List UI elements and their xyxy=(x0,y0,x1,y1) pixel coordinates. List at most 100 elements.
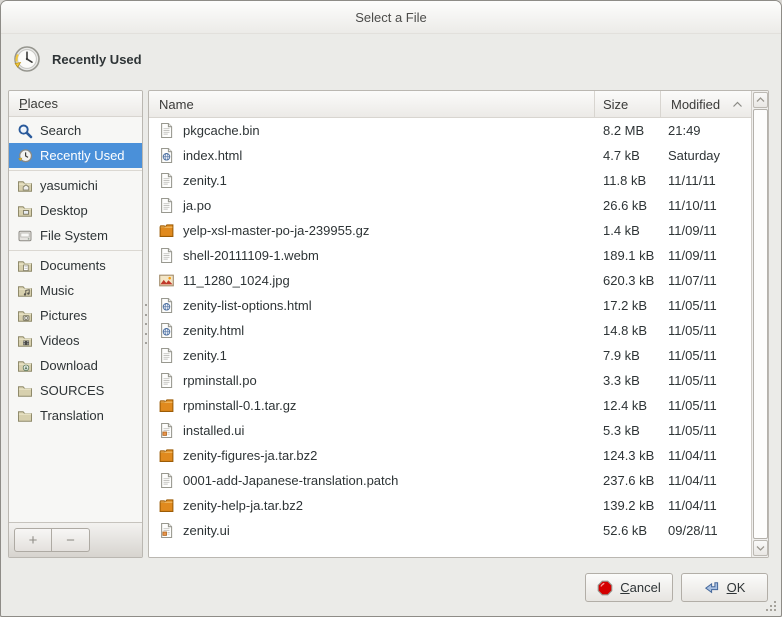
file-row-rpminstall-po[interactable]: rpminstall.po3.3 kB11/05/11 xyxy=(149,368,751,393)
file-row-yelp-xsl-master-po-ja-239955-gz[interactable]: yelp-xsl-master-po-ja-239955.gz1.4 kB11/… xyxy=(149,218,751,243)
file-size: 12.4 kB xyxy=(595,398,661,413)
sidebar-item-label: Recently Used xyxy=(40,148,125,163)
file-name-cell: zenity.1 xyxy=(149,347,595,364)
file-row-shell-20111109-1-webm[interactable]: shell-20111109-1.webm189.1 kB11/09/11 xyxy=(149,243,751,268)
sidebar-item-music[interactable]: Music xyxy=(9,278,142,303)
sidebar-item-recently-used[interactable]: Recently Used xyxy=(9,143,142,168)
file-modified: Saturday xyxy=(661,148,751,163)
column-header-name[interactable]: Name xyxy=(149,91,595,118)
file-row-pkgcache-bin[interactable]: pkgcache.bin8.2 MB21:49 xyxy=(149,118,751,143)
file-row-installed-ui[interactable]: installed.ui 5.3 kB11/05/11 xyxy=(149,418,751,443)
sidebar-item-label: Download xyxy=(40,358,98,373)
file-row-zenity-help-ja-tar-bz2[interactable]: zenity-help-ja.tar.bz2139.2 kB11/04/11 xyxy=(149,493,751,518)
scroll-up-button[interactable] xyxy=(753,92,768,108)
sidebar-item-download[interactable]: Download xyxy=(9,353,142,378)
column-header-modified[interactable]: Modified xyxy=(661,91,751,118)
file-size: 5.3 kB xyxy=(595,423,661,438)
scrollbar-thumb[interactable] xyxy=(753,109,768,539)
sidebar-item-label: Translation xyxy=(40,408,104,423)
file-row-rpminstall-0-1-tar-gz[interactable]: rpminstall-0.1.tar.gz 12.4 kB11/05/11 xyxy=(149,393,751,418)
text-file-icon xyxy=(158,172,175,189)
ui-file-icon xyxy=(158,522,175,539)
folder-icon xyxy=(17,408,33,424)
file-size: 14.8 kB xyxy=(595,323,661,338)
scroll-down-button[interactable] xyxy=(753,540,768,556)
sidebar-item-search[interactable]: Search xyxy=(9,118,142,143)
sidebar-item-file-system[interactable]: File System xyxy=(9,223,142,248)
file-name-cell: installed.ui xyxy=(149,422,595,439)
file-name: zenity.1 xyxy=(183,348,227,363)
sidebar-item-documents[interactable]: Documents xyxy=(9,253,142,278)
file-modified: 11/05/11 xyxy=(661,423,751,438)
add-place-button[interactable]: + xyxy=(14,528,52,552)
remove-place-button[interactable]: − xyxy=(52,528,90,552)
column-header-size[interactable]: Size xyxy=(595,91,661,118)
sidebar-item-pictures[interactable]: Pictures xyxy=(9,303,142,328)
places-header: Places xyxy=(9,91,142,117)
file-modified: 11/05/11 xyxy=(661,298,751,313)
file-modified: 11/05/11 xyxy=(661,323,751,338)
file-row-zenity-1[interactable]: zenity.111.8 kB11/11/11 xyxy=(149,168,751,193)
text-file-icon xyxy=(158,247,175,264)
ok-button[interactable]: OK xyxy=(681,573,768,602)
file-row-0001-add-japanese-translation-patch[interactable]: 0001-add-Japanese-translation.patch237.6… xyxy=(149,468,751,493)
sidebar-item-label: File System xyxy=(40,228,108,243)
file-name-cell: zenity-figures-ja.tar.bz2 xyxy=(149,447,595,464)
file-size: 237.6 kB xyxy=(595,473,661,488)
file-size: 52.6 kB xyxy=(595,523,661,538)
file-name: zenity-list-options.html xyxy=(183,298,312,313)
file-modified: 11/05/11 xyxy=(661,398,751,413)
enter-arrow-icon xyxy=(704,580,720,596)
file-row-ja-po[interactable]: ja.po26.6 kB11/10/11 xyxy=(149,193,751,218)
desktop-folder-icon xyxy=(17,203,33,219)
sidebar-item-videos[interactable]: Videos xyxy=(9,328,142,353)
sidebar-item-label: Search xyxy=(40,123,81,138)
window-title: Select a File xyxy=(355,10,427,25)
file-name: rpminstall-0.1.tar.gz xyxy=(183,398,296,413)
file-size: 124.3 kB xyxy=(595,448,661,463)
sidebar-item-translation[interactable]: Translation xyxy=(9,403,142,428)
file-name-cell: 0001-add-Japanese-translation.patch xyxy=(149,472,595,489)
file-name-cell: ja.po xyxy=(149,197,595,214)
file-size: 7.9 kB xyxy=(595,348,661,363)
file-name-cell: shell-20111109-1.webm xyxy=(149,247,595,264)
pictures-folder-icon xyxy=(17,308,33,324)
location-title: Recently Used xyxy=(52,52,142,67)
file-size: 3.3 kB xyxy=(595,373,661,388)
file-name-cell: zenity.1 xyxy=(149,172,595,189)
resize-grip[interactable] xyxy=(766,601,778,613)
file-modified: 11/09/11 xyxy=(661,223,751,238)
file-row-zenity-list-options-html[interactable]: zenity-list-options.html17.2 kB11/05/11 xyxy=(149,293,751,318)
sort-ascending-icon xyxy=(732,101,743,108)
file-modified: 09/28/11 xyxy=(661,523,751,538)
file-size: 11.8 kB xyxy=(595,173,661,188)
file-size: 8.2 MB xyxy=(595,123,661,138)
file-row-zenity-1[interactable]: zenity.17.9 kB11/05/11 xyxy=(149,343,751,368)
file-name: zenity.html xyxy=(183,323,244,338)
cancel-button[interactable]: Cancel xyxy=(585,573,673,602)
location-bar: Recently Used xyxy=(12,43,142,75)
html-file-icon xyxy=(158,147,175,164)
file-row-11-1280-1024-jpg[interactable]: 11_1280_1024.jpg620.3 kB11/07/11 xyxy=(149,268,751,293)
file-name-cell: yelp-xsl-master-po-ja-239955.gz xyxy=(149,222,595,239)
sidebar-item-yasumichi[interactable]: yasumichi xyxy=(9,173,142,198)
file-row-zenity-ui[interactable]: zenity.ui52.6 kB09/28/11 xyxy=(149,518,751,543)
sidebar-item-desktop[interactable]: Desktop xyxy=(9,198,142,223)
file-name-cell: zenity-list-options.html xyxy=(149,297,595,314)
archive-file-icon xyxy=(158,447,175,464)
text-file-icon xyxy=(158,347,175,364)
sidebar-item-label: Documents xyxy=(40,258,106,273)
file-row-zenity-html[interactable]: zenity.html 14.8 kB11/05/11 xyxy=(149,318,751,343)
file-row-index-html[interactable]: index.html4.7 kBSaturday xyxy=(149,143,751,168)
vertical-scrollbar[interactable] xyxy=(751,91,768,557)
sidebar-item-sources[interactable]: SOURCES xyxy=(9,378,142,403)
file-name-cell: zenity-help-ja.tar.bz2 xyxy=(149,497,595,514)
file-modified: 11/09/11 xyxy=(661,248,751,263)
archive-file-icon xyxy=(158,397,175,414)
titlebar[interactable]: Select a File xyxy=(1,1,781,34)
file-name: installed.ui xyxy=(183,423,244,438)
text-file-icon xyxy=(158,197,175,214)
archive-file-icon xyxy=(158,222,175,239)
file-row-zenity-figures-ja-tar-bz2[interactable]: zenity-figures-ja.tar.bz2124.3 kB11/04/1… xyxy=(149,443,751,468)
file-size: 189.1 kB xyxy=(595,248,661,263)
